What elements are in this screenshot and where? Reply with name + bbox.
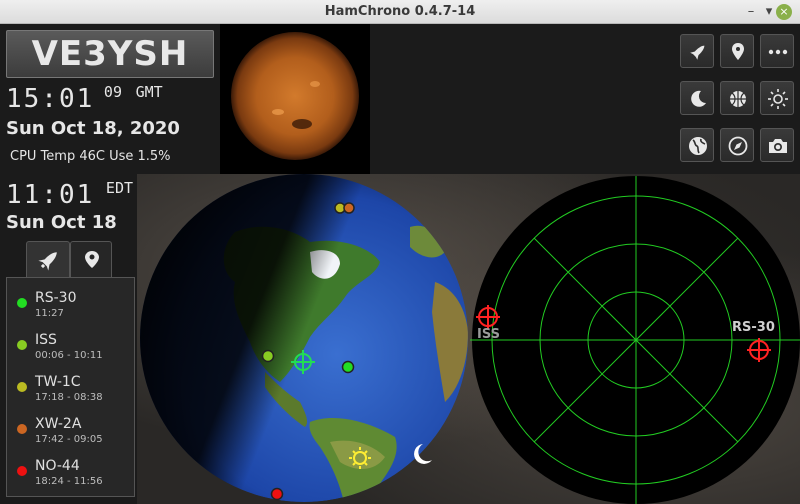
satellite-name: XW-2A (35, 416, 82, 432)
compass-button[interactable] (720, 128, 754, 162)
rocket-icon (38, 252, 57, 271)
gmt-date: Sun Oct 18, 2020 (6, 118, 180, 139)
list-item-iss[interactable]: ISS 00:06 - 10:11 (7, 326, 134, 366)
satellite-pass-time: 11:27 (35, 308, 64, 319)
satellite-pass-time: 17:42 - 09:05 (35, 434, 103, 445)
status-dot (17, 382, 27, 392)
list-item-rs-30[interactable]: RS-30 11:27 (7, 284, 134, 324)
globe-button[interactable] (680, 128, 714, 162)
solar-image[interactable] (220, 24, 370, 174)
globe-map (140, 174, 468, 502)
satellites-button[interactable] (680, 34, 714, 68)
satellite-name: RS-30 (35, 290, 77, 306)
rocket-icon (690, 45, 705, 60)
close-button[interactable]: × (776, 4, 792, 20)
globe-icon (689, 137, 707, 155)
satellite-pass-time: 00:06 - 10:11 (35, 350, 103, 361)
moon-button[interactable] (680, 81, 714, 115)
local-timezone: EDT (105, 179, 134, 197)
satellite-name: NO-44 (35, 458, 80, 474)
cpu-status: CPU Temp 46C Use 1.5% (10, 149, 171, 164)
gmt-clock: 15:01 09 GMT (6, 83, 163, 114)
gmt-timezone: GMT (135, 83, 163, 101)
compass-icon (728, 136, 748, 156)
satellite-name: TW-1C (35, 374, 81, 390)
moon-icon (691, 90, 706, 107)
sun-button[interactable] (760, 81, 794, 115)
gmt-seconds: 09 (103, 83, 122, 101)
more-button[interactable] (760, 34, 794, 68)
location-pin-icon (85, 251, 99, 268)
list-item-no-44[interactable]: NO-44 18:24 - 11:56 (7, 452, 134, 492)
gmt-time: 15:01 (6, 84, 95, 114)
sports-button[interactable] (720, 81, 754, 115)
status-dot (17, 298, 27, 308)
world-globe[interactable] (140, 172, 468, 504)
callsign-button[interactable]: VE3YSH (6, 30, 214, 78)
status-dot (17, 466, 27, 476)
local-time: 11:01 (6, 180, 95, 210)
sun-icon (768, 89, 788, 109)
local-date: Sun Oct 18 (6, 212, 117, 233)
radar-label-iss: ISS (477, 327, 500, 342)
satellite-radar[interactable]: ISS RS-30 (470, 174, 800, 504)
status-dot (17, 340, 27, 350)
satellite-list: RS-30 11:27 ISS 00:06 - 10:11 TW-1C 17:1… (6, 277, 135, 497)
list-item-tw-1c[interactable]: TW-1C 17:18 - 08:38 (7, 368, 134, 408)
satellite-name: ISS (35, 332, 57, 348)
camera-button[interactable] (760, 128, 794, 162)
tab-locations[interactable] (70, 241, 112, 277)
minimize-button[interactable]: – (742, 3, 760, 21)
sun-disc-image (231, 32, 359, 160)
satellite-pass-time: 17:18 - 08:38 (35, 392, 103, 403)
more-dots-icon (768, 49, 788, 55)
status-dot (17, 424, 27, 434)
camera-icon (769, 139, 787, 153)
basketball-icon (730, 91, 746, 107)
main-area: VE3YSH 15:01 09 GMT Sun Oct 18, 2020 CPU… (0, 24, 800, 504)
location-pin-icon (732, 43, 744, 60)
list-item-xw-2a[interactable]: XW-2A 17:42 - 09:05 (7, 410, 134, 450)
satellite-pass-time: 18:24 - 11:56 (35, 476, 103, 487)
radar-label-rs30: RS-30 (732, 320, 775, 335)
location-button[interactable] (720, 34, 754, 68)
tab-satellites[interactable] (26, 241, 70, 277)
window-title: HamChrono 0.4.7-14 (324, 4, 476, 19)
local-clock: 11:01 EDT (6, 179, 134, 210)
polar-sky-plot (470, 176, 800, 504)
title-bar: HamChrono 0.4.7-14 – ▾ × (0, 0, 800, 24)
